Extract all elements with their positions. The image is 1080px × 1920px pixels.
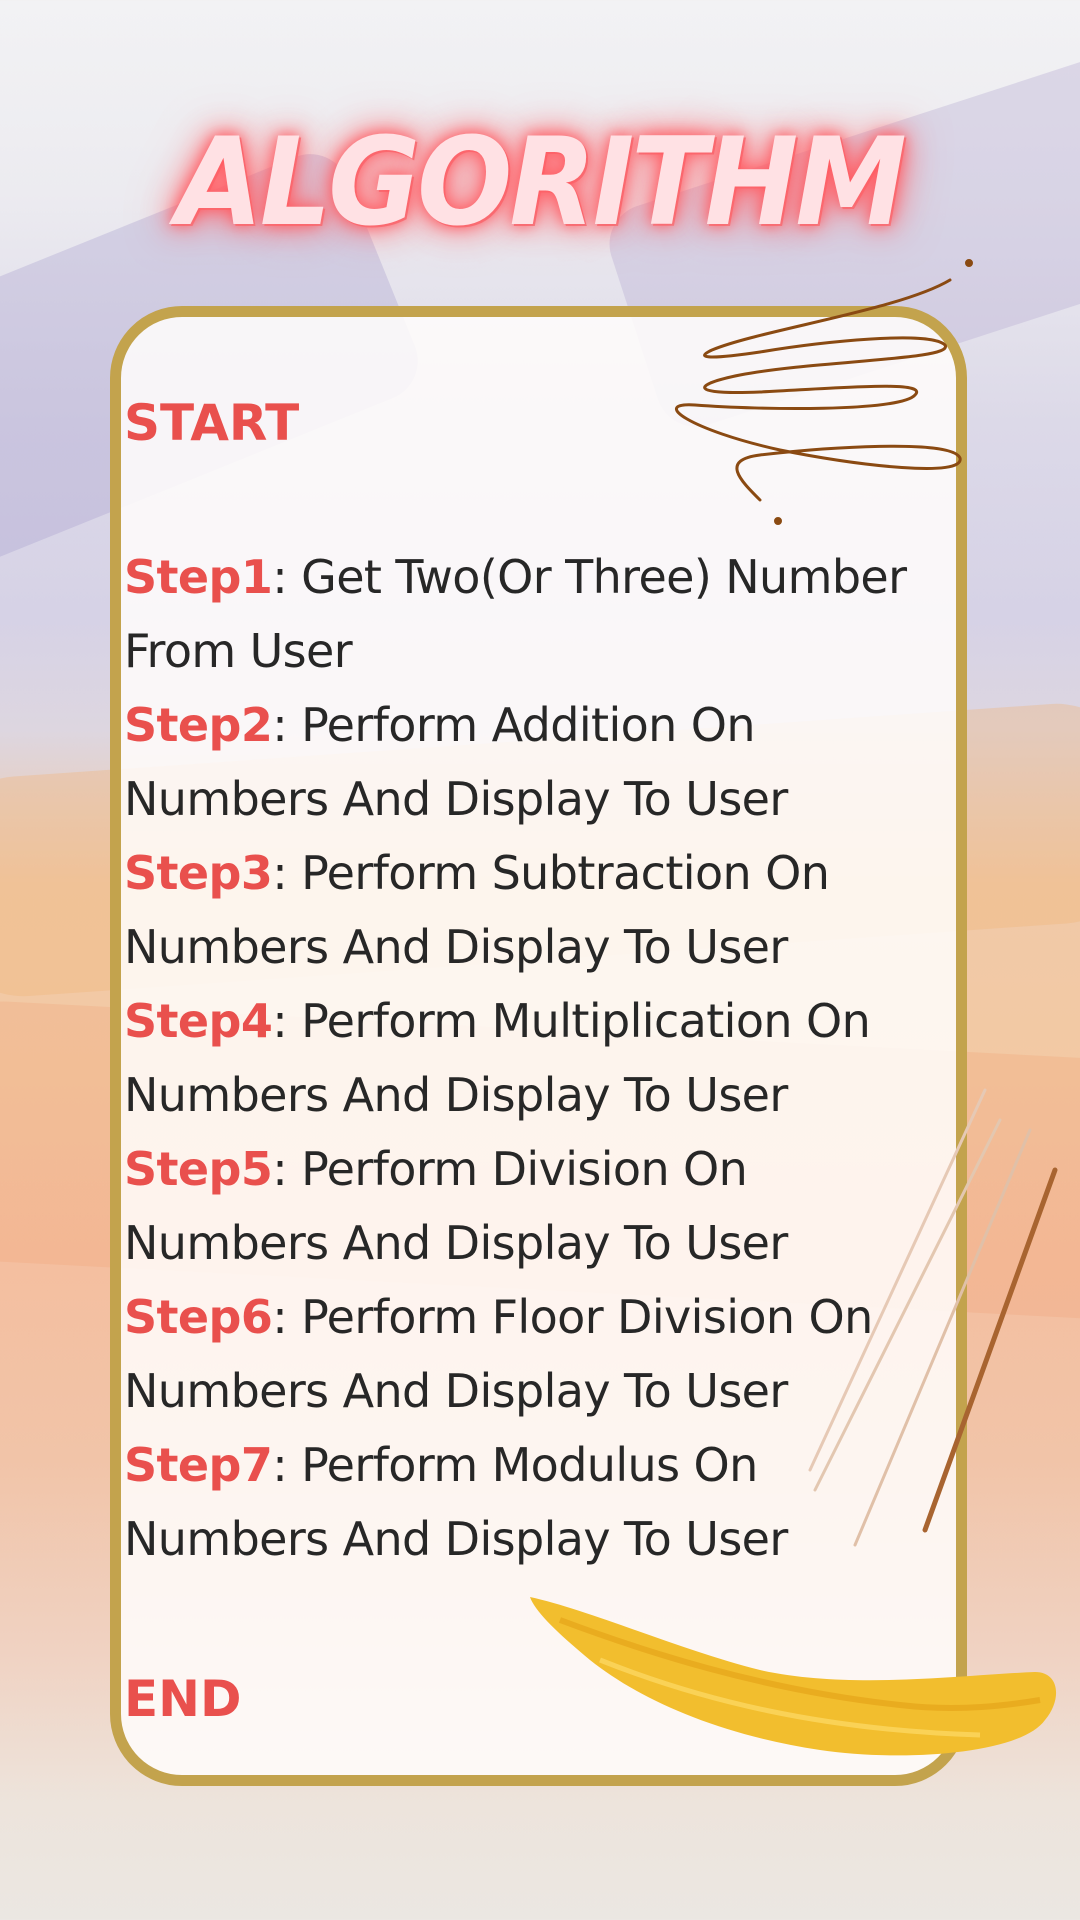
step-label: Step4: [124, 994, 273, 1048]
steps-list: Step1: Get Two(Or Three) Number From Use…: [124, 540, 964, 1576]
step-label: Step7: [124, 1438, 273, 1492]
step-5: Step5: Perform Division On Numbers And D…: [124, 1132, 964, 1280]
step-label: Step6: [124, 1290, 273, 1344]
start-label: START: [124, 394, 300, 452]
step-label: Step5: [124, 1142, 273, 1196]
step-3: Step3: Perform Subtraction On Numbers An…: [124, 836, 964, 984]
page-title: ALGORITHM: [176, 112, 907, 254]
step-label: Step1: [124, 550, 273, 604]
end-label: END: [124, 1670, 242, 1728]
step-4: Step4: Perform Multiplication On Numbers…: [124, 984, 964, 1132]
step-label: Step2: [124, 698, 273, 752]
step-6: Step6: Perform Floor Division On Numbers…: [124, 1280, 964, 1428]
step-label: Step3: [124, 846, 273, 900]
algorithm-content: START Step1: Get Two(Or Three) Number Fr…: [124, 398, 964, 1576]
step-7: Step7: Perform Modulus On Numbers And Di…: [124, 1428, 964, 1576]
step-1: Step1: Get Two(Or Three) Number From Use…: [124, 540, 964, 688]
step-2: Step2: Perform Addition On Numbers And D…: [124, 688, 964, 836]
